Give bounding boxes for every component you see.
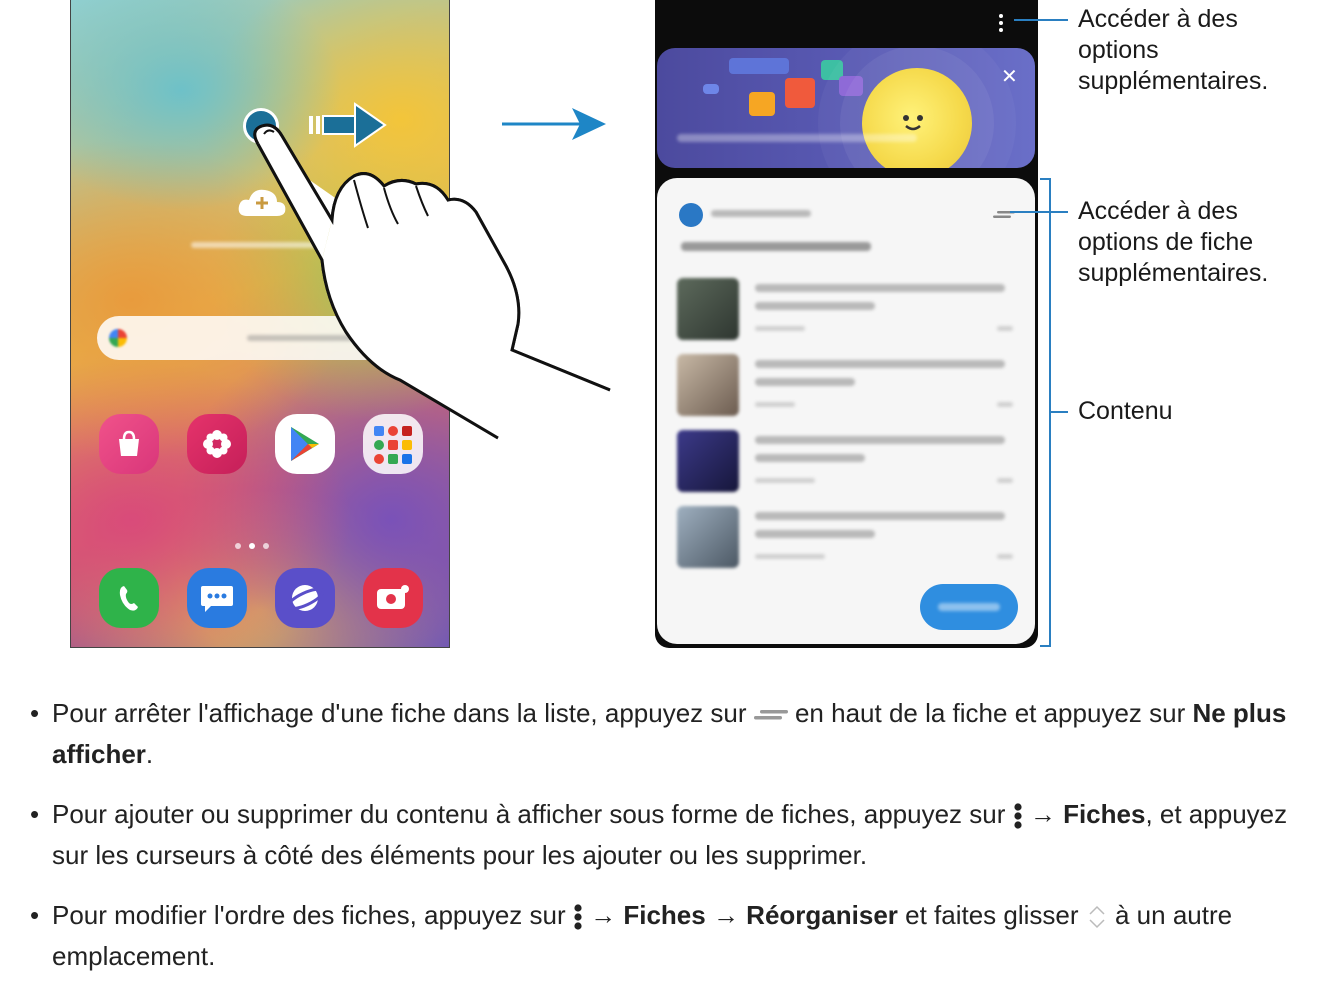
camera-icon[interactable] xyxy=(363,568,423,628)
callout-more-options: Accéder à des options supplémentaires. xyxy=(1078,5,1269,95)
page-indicator xyxy=(235,534,295,549)
news-source-logo-icon xyxy=(679,203,703,227)
instruction-item: • Pour arrêter l'affichage d'une fiche d… xyxy=(30,698,1287,769)
transition-arrow-icon xyxy=(502,108,606,140)
messages-icon[interactable] xyxy=(187,568,247,628)
leader-line-card-options xyxy=(1010,211,1068,213)
internet-browser-icon[interactable] xyxy=(275,568,335,628)
galaxy-store-icon[interactable] xyxy=(99,414,159,474)
news-item[interactable] xyxy=(677,354,1017,420)
music-card-icon xyxy=(839,76,863,96)
content-bracket-bottom xyxy=(1040,645,1050,647)
moon-character-icon xyxy=(862,68,972,168)
more-options-icon[interactable] xyxy=(999,14,1009,34)
bixby-home-illustration: ✕ xyxy=(655,0,1038,648)
video-card-icon xyxy=(749,92,775,116)
more-options-icon xyxy=(574,904,582,930)
tips-banner: ✕ xyxy=(657,48,1035,168)
leader-line-content xyxy=(1050,411,1068,413)
leader-line-more-options xyxy=(1014,19,1068,21)
news-item[interactable] xyxy=(677,278,1017,344)
callout-content: Contenu xyxy=(1078,397,1173,425)
news-item[interactable] xyxy=(677,506,1017,572)
more-options-icon xyxy=(1014,803,1022,829)
news-card-icon xyxy=(785,78,815,108)
read-more-button[interactable] xyxy=(920,584,1018,630)
gallery-icon[interactable] xyxy=(187,414,247,474)
instruction-list: • Pour arrêter l'affichage d'une fiche d… xyxy=(30,693,1310,996)
hand-swipe-illustration xyxy=(253,123,611,440)
google-logo-icon xyxy=(109,329,127,347)
instruction-item: • Pour ajouter ou supprimer du contenu à… xyxy=(30,799,1288,870)
phone-icon[interactable] xyxy=(99,568,159,628)
reorder-handle-icon xyxy=(1089,906,1105,929)
close-banner-icon[interactable]: ✕ xyxy=(1001,64,1018,88)
card-options-handle-icon xyxy=(753,710,788,720)
callout-card-options: Accéder à des options de fiche supplémen… xyxy=(1078,197,1269,287)
news-item[interactable] xyxy=(677,430,1017,496)
instruction-item: • Pour modifier l'ordre des fiches, appu… xyxy=(30,900,1233,971)
news-card xyxy=(657,178,1035,644)
